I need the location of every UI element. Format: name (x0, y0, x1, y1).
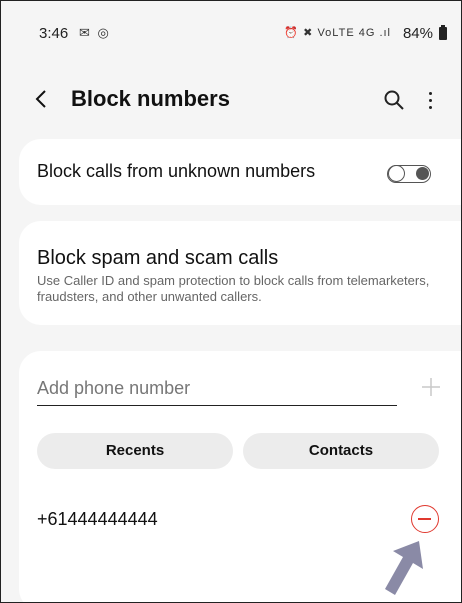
add-number-button[interactable] (419, 375, 443, 399)
spam-description: Use Caller ID and spam protection to blo… (37, 273, 430, 304)
app-header: Block numbers (1, 77, 461, 125)
block-unknown-toggle[interactable] (387, 165, 431, 183)
system-icons: ⏰ ✖ VoLTE 4G .ıl (284, 27, 391, 39)
page-title: Block numbers (71, 86, 230, 111)
spam-protection-card[interactable]: Block spam and scam calls Use Caller ID … (19, 221, 461, 325)
back-button[interactable] (31, 83, 57, 115)
status-time: 3:46 (39, 25, 69, 42)
notification-icons: ✉ ◎ (79, 25, 111, 40)
status-bar: 3:46 ✉ ◎ ⏰ ✖ VoLTE 4G .ıl 84% (1, 1, 461, 53)
more-options-button[interactable] (423, 88, 439, 112)
search-button[interactable] (382, 88, 406, 112)
pointer-arrow-icon (385, 541, 423, 595)
search-icon (384, 90, 404, 110)
blocked-number-row: +61444444444 (19, 493, 461, 543)
toggle-fill (416, 167, 429, 180)
battery-icon (439, 25, 447, 40)
remove-number-button[interactable] (411, 505, 439, 533)
block-unknown-label: Block calls from unknown numbers (37, 161, 316, 181)
contacts-button[interactable]: Contacts (243, 433, 439, 469)
recents-button[interactable]: Recents (37, 433, 233, 469)
blocked-number: +61444444444 (37, 509, 158, 529)
phone-screen: 3:46 ✉ ◎ ⏰ ✖ VoLTE 4G .ıl 84% Block numb… (0, 0, 462, 603)
add-phone-number-input[interactable] (37, 371, 397, 406)
toggle-knob (388, 165, 405, 182)
battery-level: 84% (402, 25, 433, 42)
more-vertical-icon (429, 92, 432, 95)
block-unknown-card[interactable]: Block calls from unknown numbers (19, 139, 461, 205)
plus-icon (422, 378, 440, 396)
spam-title: Block spam and scam calls (37, 247, 279, 269)
chevron-left-icon (35, 90, 46, 108)
